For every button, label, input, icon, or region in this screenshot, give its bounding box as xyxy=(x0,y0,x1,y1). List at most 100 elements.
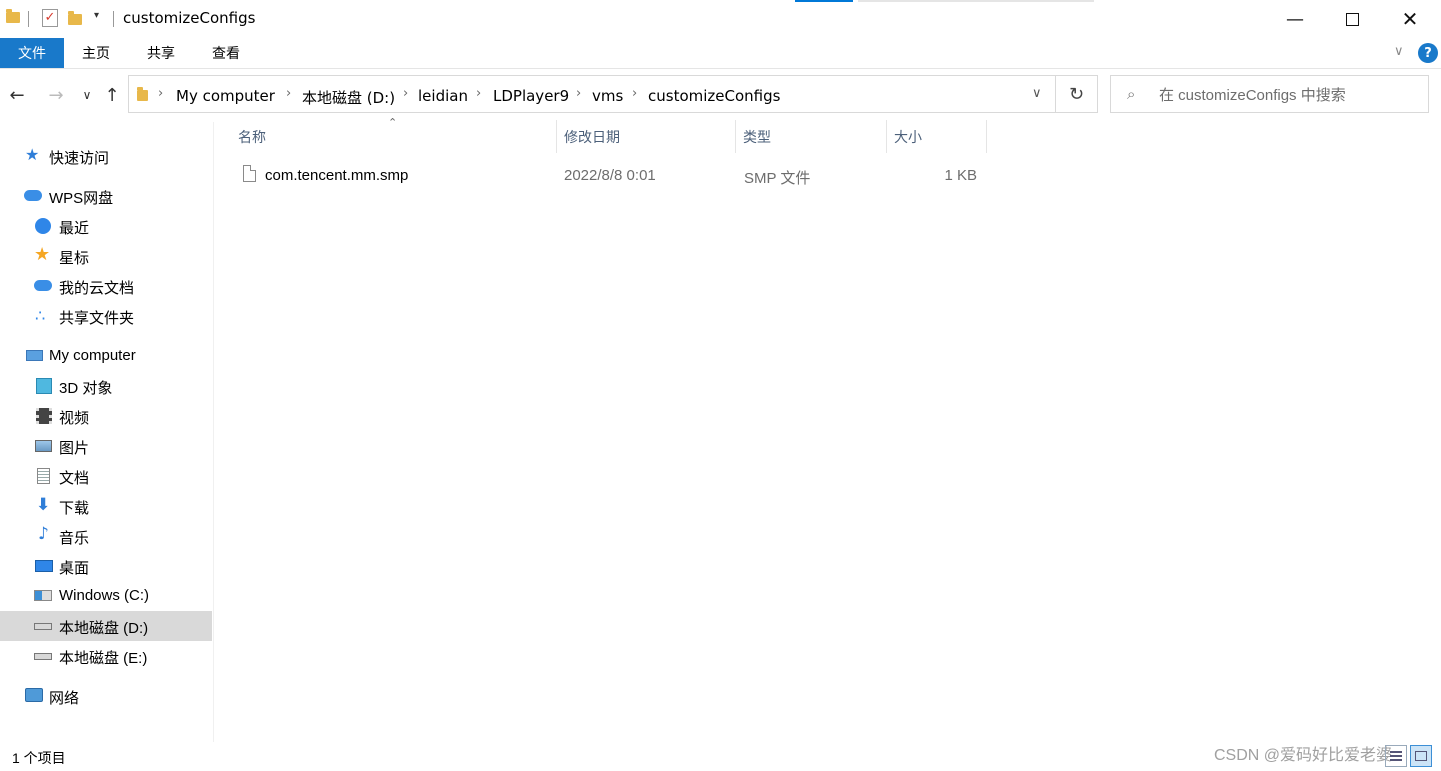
refresh-button[interactable]: ↻ xyxy=(1056,75,1098,113)
desktop-icon xyxy=(35,560,53,572)
column-header-size[interactable]: 大小 xyxy=(894,127,922,147)
sidebar-item-3d-objects[interactable]: 3D 对象 xyxy=(0,371,212,401)
divider xyxy=(28,11,29,27)
large-icons-view-icon xyxy=(1415,751,1427,761)
sidebar-item-shared-folder[interactable]: ∴ 共享文件夹 xyxy=(0,301,212,331)
sidebar-item-downloads[interactable]: ⬇ 下载 xyxy=(0,491,212,521)
sidebar-item-network[interactable]: 网络 xyxy=(0,681,212,711)
file-modified: 2022/8/8 0:01 xyxy=(564,167,656,184)
sidebar-item-label: 我的云文档 xyxy=(59,280,135,297)
sidebar-item-local-disk-e[interactable]: 本地磁盘 (E:) xyxy=(0,641,212,671)
file-row[interactable]: com.tencent.mm.smp 2022/8/8 0:01 SMP 文件 … xyxy=(237,162,987,190)
share-icon: ∴ xyxy=(35,306,46,325)
details-view-button[interactable] xyxy=(1385,745,1407,767)
sidebar-item-label: 最近 xyxy=(59,220,90,237)
column-divider[interactable] xyxy=(556,120,557,153)
sidebar-item-windows-c[interactable]: Windows (C:) xyxy=(0,581,212,611)
breadcrumb-ldplayer9[interactable]: LDPlayer9 xyxy=(493,87,569,105)
sidebar-item-my-computer[interactable]: My computer xyxy=(0,341,212,371)
status-item-count: 1 个项目 xyxy=(12,750,66,766)
details-view-icon xyxy=(1390,751,1402,761)
sidebar-item-recent[interactable]: 最近 xyxy=(0,211,212,241)
new-folder-icon[interactable] xyxy=(68,11,82,26)
expand-ribbon-icon[interactable]: ∨ xyxy=(1394,44,1404,59)
sidebar-item-label: 本地磁盘 (E:) xyxy=(59,650,148,667)
maximize-icon xyxy=(1345,12,1359,26)
cloud-icon xyxy=(24,190,42,201)
quick-access-dropdown-icon[interactable]: ▾ xyxy=(94,10,99,21)
tab-share[interactable]: 共享 xyxy=(131,38,191,68)
sidebar-item-videos[interactable]: 视频 xyxy=(0,401,212,431)
file-name: com.tencent.mm.smp xyxy=(265,167,409,184)
download-icon: ⬇ xyxy=(36,495,51,515)
sidebar-item-label: 图片 xyxy=(59,440,90,457)
sidebar-item-label: WPS网盘 xyxy=(49,190,114,207)
column-divider[interactable] xyxy=(886,120,887,153)
close-button[interactable]: ✕ xyxy=(1381,0,1439,38)
tab-view[interactable]: 查看 xyxy=(196,38,256,68)
sidebar-item-music[interactable]: ♪ 音乐 xyxy=(0,521,212,551)
sidebar-item-wps-drive[interactable]: WPS网盘 xyxy=(0,181,212,211)
properties-check-icon[interactable]: ✓ xyxy=(42,9,58,27)
sidebar-item-my-cloud-docs[interactable]: 我的云文档 xyxy=(0,271,212,301)
ribbon-tabs: 文件 主页 共享 查看 xyxy=(0,38,1441,69)
search-box[interactable]: ⌕ xyxy=(1110,75,1429,113)
chevron-right-icon[interactable]: › xyxy=(286,86,291,101)
music-icon: ♪ xyxy=(38,524,49,544)
sidebar-item-quick-access[interactable]: ★ 快速访问 xyxy=(0,141,212,171)
breadcrumb-drive-d[interactable]: 本地磁盘 (D:) xyxy=(302,87,395,108)
sidebar-item-label: My computer xyxy=(49,347,136,364)
recent-locations-button[interactable]: ∨ xyxy=(76,80,98,110)
search-input[interactable] xyxy=(1157,84,1421,106)
large-icons-view-button[interactable] xyxy=(1410,745,1432,767)
breadcrumb-leidian[interactable]: leidian xyxy=(418,87,468,105)
forward-button[interactable]: → xyxy=(45,80,67,110)
breadcrumb-customizeconfigs[interactable]: customizeConfigs xyxy=(648,87,780,105)
sidebar-item-label: 共享文件夹 xyxy=(59,310,135,327)
column-divider[interactable] xyxy=(986,120,987,153)
sidebar-item-pictures[interactable]: 图片 xyxy=(0,431,212,461)
minimize-button[interactable]: — xyxy=(1266,0,1324,38)
sidebar-item-label: 文档 xyxy=(59,470,90,487)
column-divider[interactable] xyxy=(735,120,736,153)
navigation-pane: ★ 快速访问 WPS网盘 最近 ★ 星标 我的云文档 ∴ 共享文件夹 My co… xyxy=(0,122,214,742)
accent-strip xyxy=(795,0,853,2)
sidebar-item-label: 下载 xyxy=(59,500,90,517)
sidebar-item-desktop[interactable]: 桌面 xyxy=(0,551,212,581)
breadcrumb-vms[interactable]: vms xyxy=(592,87,623,105)
maximize-button[interactable] xyxy=(1323,0,1381,38)
sidebar-item-documents[interactable]: 文档 xyxy=(0,461,212,491)
tab-file[interactable]: 文件 xyxy=(0,38,64,68)
column-header-name[interactable]: 名称 xyxy=(238,127,266,147)
accent-strip xyxy=(858,0,1094,2)
chevron-right-icon[interactable]: › xyxy=(632,86,637,101)
file-type: SMP 文件 xyxy=(744,170,811,187)
column-header-type[interactable]: 类型 xyxy=(743,127,771,147)
column-header-modified[interactable]: 修改日期 xyxy=(564,127,620,147)
sidebar-item-label: Windows (C:) xyxy=(59,587,150,604)
sidebar-item-starred[interactable]: ★ 星标 xyxy=(0,241,212,271)
divider xyxy=(113,11,114,27)
chevron-right-icon[interactable]: › xyxy=(576,86,581,101)
sidebar-item-local-disk-d[interactable]: 本地磁盘 (D:) xyxy=(0,611,212,641)
chevron-right-icon[interactable]: › xyxy=(403,86,408,101)
help-icon[interactable]: ? xyxy=(1418,43,1438,63)
up-button[interactable]: ↑ xyxy=(101,80,123,110)
file-size: 1 KB xyxy=(944,167,977,184)
address-bar[interactable]: › My computer › 本地磁盘 (D:) › leidian › LD… xyxy=(128,75,1056,113)
file-icon xyxy=(243,165,256,182)
chevron-right-icon[interactable]: › xyxy=(476,86,481,101)
breadcrumb-my-computer[interactable]: My computer xyxy=(176,87,275,105)
cloud-icon xyxy=(34,280,52,291)
sidebar-item-label: 本地磁盘 (D:) xyxy=(59,620,149,637)
picture-icon xyxy=(35,440,52,452)
network-icon xyxy=(25,688,43,702)
back-button[interactable]: ← xyxy=(6,80,28,110)
cube-icon xyxy=(36,378,52,394)
drive-icon xyxy=(34,653,52,660)
sidebar-item-label: 桌面 xyxy=(59,560,90,577)
chevron-right-icon[interactable]: › xyxy=(158,86,163,101)
sidebar-item-label: 视频 xyxy=(59,410,90,427)
address-history-chevron-icon[interactable]: ∨ xyxy=(1032,86,1042,101)
tab-home[interactable]: 主页 xyxy=(66,38,126,68)
